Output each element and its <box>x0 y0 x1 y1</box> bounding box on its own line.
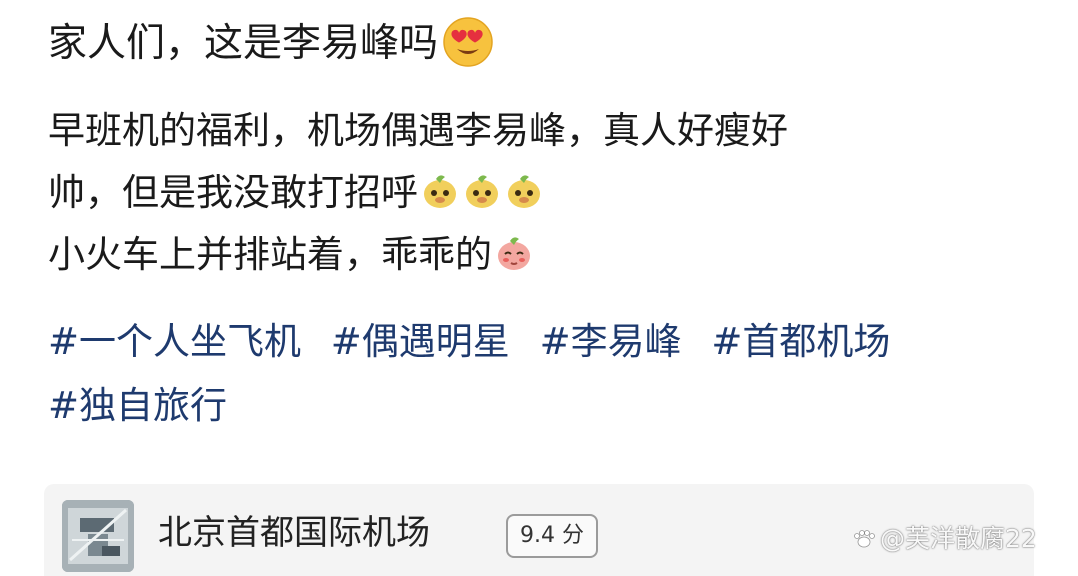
hashtag-link[interactable]: #李易峰 <box>540 310 682 374</box>
shy-peach-sticker-icon <box>498 237 530 270</box>
hashtag-link[interactable]: #首都机场 <box>711 310 890 374</box>
body-line-text: 小火车上并排站着，乖乖的 <box>48 233 492 276</box>
watermark: @芙洋散腐22 <box>852 522 1037 556</box>
post-title: 家人们，这是李易峰吗 <box>48 14 494 74</box>
hashtag-link[interactable]: #偶遇明星 <box>331 310 510 374</box>
location-name: 北京首都国际机场 <box>158 513 430 553</box>
post-body-line-2: 帅，但是我没敢打招呼 <box>48 162 1048 224</box>
heart-eyes-emoji-icon <box>443 17 493 67</box>
body-line-text: 帅，但是我没敢打招呼 <box>48 171 418 214</box>
body-line-text: 早班机的福利，机场偶遇李易峰，真人好瘦好 <box>48 109 788 152</box>
peach-face-sticker-icon <box>508 175 540 208</box>
post-body-line-1: 早班机的福利，机场偶遇李易峰，真人好瘦好 <box>48 100 1048 162</box>
peach-face-sticker-icon <box>466 175 498 208</box>
post-body: 早班机的福利，机场偶遇李易峰，真人好瘦好 帅，但是我没敢打招呼 小火车上并排站着… <box>48 100 1048 286</box>
post-title-text: 家人们，这是李易峰吗 <box>48 21 439 66</box>
paw-icon <box>854 530 875 548</box>
hashtag-link[interactable]: #独自旅行 <box>48 374 227 438</box>
post-container: 家人们，这是李易峰吗 早班机的福利，机场偶遇李易峰，真人好瘦好 帅，但是我没敢打… <box>0 0 1078 576</box>
airport-map-thumbnail-icon <box>62 500 134 572</box>
peach-face-sticker-icon <box>424 175 456 208</box>
hashtag-list: #一个人坐飞机 #偶遇明星 #李易峰 #首都机场 #独自旅行 <box>48 310 1058 438</box>
watermark-text: @芙洋散腐22 <box>880 524 1037 553</box>
hashtag-link[interactable]: #一个人坐飞机 <box>48 310 301 374</box>
rating-badge: 9.4 分 <box>506 514 598 558</box>
post-body-line-3: 小火车上并排站着，乖乖的 <box>48 224 1048 286</box>
